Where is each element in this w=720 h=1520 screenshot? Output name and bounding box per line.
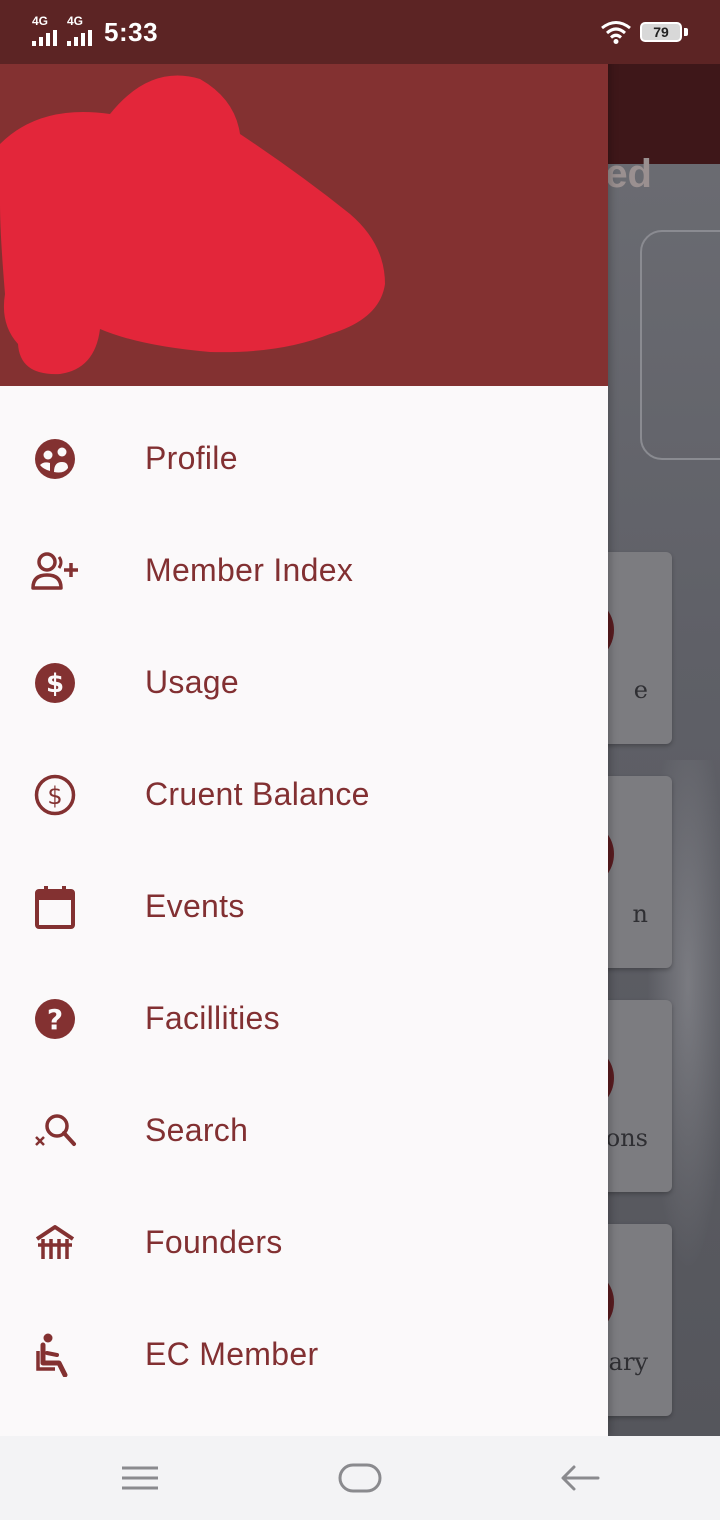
building-icon bbox=[30, 1218, 80, 1268]
background-card-label: n bbox=[632, 900, 648, 928]
menu-item-label: Profile bbox=[145, 440, 238, 476]
network-type: 4G bbox=[67, 14, 84, 28]
menu-item-label: Search bbox=[145, 1112, 249, 1148]
menu-icon bbox=[122, 1466, 158, 1490]
menu-item-label: Facillities bbox=[145, 1000, 280, 1036]
menu-item-ec-member[interactable]: EC Member bbox=[0, 1298, 608, 1410]
question-icon: ? bbox=[30, 994, 80, 1044]
back-icon bbox=[561, 1465, 600, 1491]
profile-icon bbox=[30, 434, 80, 484]
menu-item-current-balance[interactable]: $ Cruent Balance bbox=[0, 738, 608, 850]
recent-apps-button[interactable] bbox=[110, 1454, 170, 1502]
seat-person-icon bbox=[30, 1330, 80, 1380]
redaction-scribble bbox=[0, 75, 385, 375]
dollar-filled-icon: $ bbox=[30, 658, 80, 708]
battery-level: 79 bbox=[653, 24, 669, 40]
clock: 5:33 bbox=[104, 17, 159, 47]
menu-item-label: EC Member bbox=[145, 1336, 319, 1372]
menu-item-label: Events bbox=[145, 888, 245, 924]
menu-item-label: Founders bbox=[145, 1224, 283, 1260]
background-card-label: ons bbox=[605, 1124, 648, 1152]
home-button[interactable] bbox=[330, 1454, 390, 1502]
menu-item-events[interactable]: Events bbox=[0, 850, 608, 962]
menu-item-facilities[interactable]: ? Facillities bbox=[0, 962, 608, 1074]
menu-item-search[interactable]: Search bbox=[0, 1074, 608, 1186]
background-card-label: e bbox=[633, 676, 648, 704]
battery-icon: 79 bbox=[640, 22, 682, 42]
svg-text:?: ? bbox=[47, 1003, 63, 1036]
background-title: ed bbox=[605, 152, 652, 196]
back-button[interactable] bbox=[550, 1454, 610, 1502]
system-navigation-bar bbox=[0, 1436, 720, 1520]
svg-text:$: $ bbox=[47, 782, 62, 810]
network-type: 4G bbox=[32, 14, 49, 28]
signal-icon: 4G bbox=[67, 14, 97, 46]
navigation-drawer: Profile Member Index $ Usage $ Cruent Ba… bbox=[0, 0, 608, 1436]
menu-item-profile[interactable]: Profile bbox=[0, 402, 608, 514]
svg-text:$: $ bbox=[46, 669, 64, 699]
background-outlined-box bbox=[640, 230, 720, 460]
home-icon bbox=[338, 1463, 382, 1493]
search-icon bbox=[30, 1106, 80, 1156]
calendar-icon bbox=[30, 882, 80, 932]
dollar-outline-icon: $ bbox=[30, 770, 80, 820]
menu-item-usage[interactable]: $ Usage bbox=[0, 626, 608, 738]
background-card-label: ary bbox=[608, 1348, 648, 1376]
menu-item-label: Member Index bbox=[145, 552, 354, 588]
menu-item-founders[interactable]: Founders bbox=[0, 1186, 608, 1298]
drawer-menu: Profile Member Index $ Usage $ Cruent Ba… bbox=[0, 402, 608, 1410]
menu-item-label: Cruent Balance bbox=[145, 776, 370, 812]
signal-icon: 4G bbox=[32, 14, 62, 46]
wifi-icon bbox=[601, 21, 631, 44]
drawer-header bbox=[0, 64, 608, 386]
menu-item-label: Usage bbox=[145, 664, 239, 700]
menu-item-member-index[interactable]: Member Index bbox=[0, 514, 608, 626]
add-user-icon bbox=[30, 546, 80, 596]
status-bar: 4G 4G 5:33 79 bbox=[0, 0, 720, 64]
battery-tip bbox=[684, 28, 688, 36]
